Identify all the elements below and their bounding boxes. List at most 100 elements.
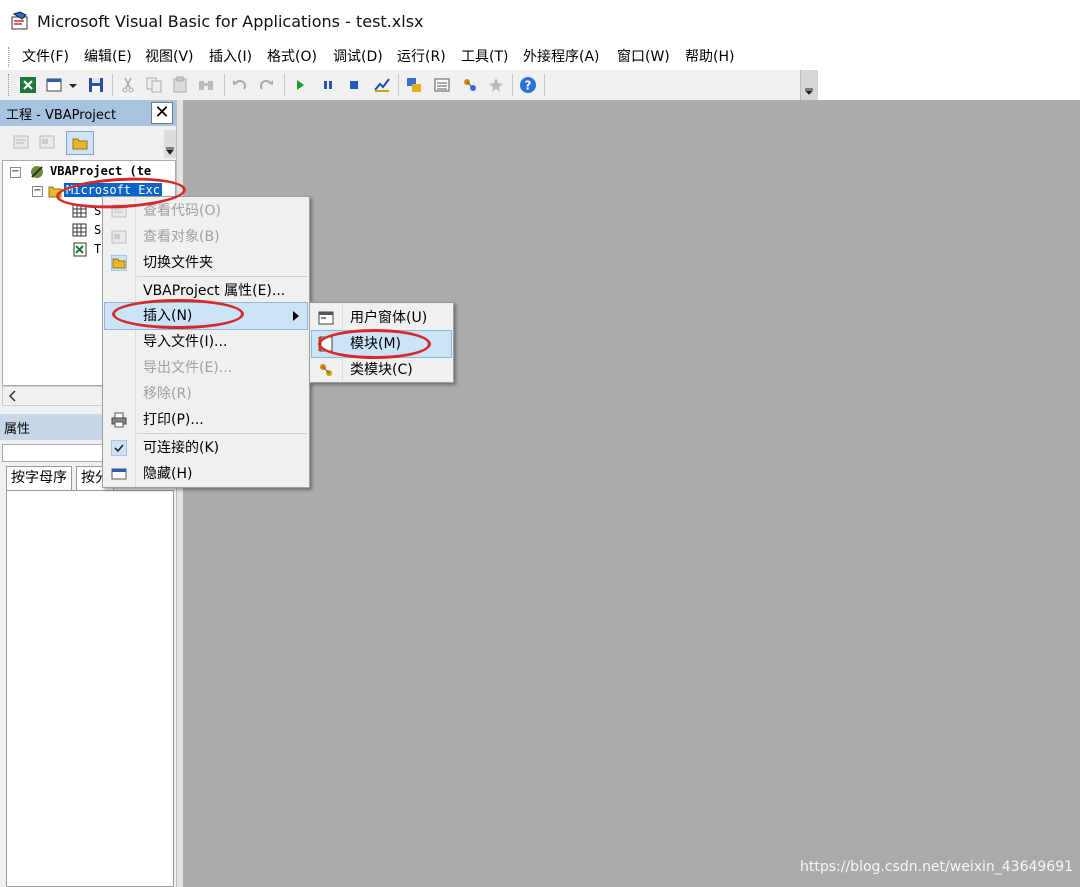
hide-icon xyxy=(111,468,127,480)
tree-folder-label[interactable]: Microsoft Exc xyxy=(64,183,162,197)
run-icon[interactable] xyxy=(290,75,310,95)
menu-item-userform[interactable]: 用户窗体(U) xyxy=(312,305,451,331)
toolbar-separator xyxy=(284,74,285,96)
break-icon[interactable] xyxy=(318,75,338,95)
menu-help[interactable]: 帮助(H) xyxy=(681,46,738,68)
menu-item-label: 导入文件(I)... xyxy=(143,334,228,350)
view-object-icon[interactable] xyxy=(37,133,57,151)
menu-item-label: 可连接的(K) xyxy=(143,440,220,456)
tree-collapse-folder[interactable]: − xyxy=(32,186,43,197)
properties-window-icon[interactable] xyxy=(432,75,452,95)
paste-icon[interactable] xyxy=(170,75,190,95)
tree-item-sheet1[interactable]: S xyxy=(94,204,101,218)
toolbar-separator xyxy=(224,74,225,96)
watermark-text: https://blog.csdn.net/weixin_43649691 xyxy=(800,859,1074,875)
menu-view[interactable]: 视图(V) xyxy=(141,46,198,68)
checkmark-icon xyxy=(111,440,127,456)
menu-item-label: 隐藏(H) xyxy=(143,466,193,482)
toolbar-separator xyxy=(112,74,113,96)
undo-icon[interactable] xyxy=(230,75,250,95)
menu-addins[interactable]: 外接程序(A) xyxy=(519,46,604,68)
menu-format[interactable]: 格式(O) xyxy=(263,46,321,68)
menu-separator xyxy=(137,276,307,277)
copy-icon[interactable] xyxy=(144,75,164,95)
find-icon[interactable] xyxy=(196,75,216,95)
toolbox-icon[interactable] xyxy=(486,75,506,95)
sheet-icon xyxy=(72,204,87,218)
menu-separator xyxy=(137,433,307,434)
menu-file[interactable]: 文件(F) xyxy=(18,46,73,68)
menu-item-view-object[interactable]: 查看对象(B) xyxy=(105,224,307,250)
view-object-icon xyxy=(111,230,127,244)
project-panel-title: 工程 - VBAProject xyxy=(6,108,117,123)
vba-app-icon[interactable] xyxy=(10,11,30,31)
scroll-left-icon[interactable] xyxy=(8,390,18,402)
menu-item-insert[interactable]: 插入(N) xyxy=(104,302,308,330)
toggle-folders-button[interactable] xyxy=(66,131,94,155)
toolbar-grip[interactable] xyxy=(8,74,12,96)
menu-tools[interactable]: 工具(T) xyxy=(457,46,512,68)
menu-item-label: 用户窗体(U) xyxy=(350,310,428,326)
menu-item-label: 打印(P)... xyxy=(143,412,204,428)
menu-item-module[interactable]: 模块(M) xyxy=(311,330,452,358)
menu-item-project-properties[interactable]: VBAProject 属性(E)... xyxy=(105,278,307,304)
properties-grid[interactable] xyxy=(6,490,174,887)
menu-item-label: 移除(R) xyxy=(143,386,192,402)
chevron-down-icon xyxy=(166,147,174,155)
menu-item-hide[interactable]: 隐藏(H) xyxy=(105,461,307,487)
vba-project-icon xyxy=(31,166,43,178)
menu-item-export-file[interactable]: 导出文件(E)... xyxy=(105,355,307,381)
save-icon[interactable] xyxy=(86,75,106,95)
folder-icon xyxy=(72,138,88,150)
menu-run[interactable]: 运行(R) xyxy=(393,46,450,68)
menu-item-label: 类模块(C) xyxy=(350,362,413,378)
project-context-menu: 查看代码(O) 查看对象(B) 切换文件夹 VBAProject 属性(E)..… xyxy=(102,196,310,488)
project-explorer-icon[interactable] xyxy=(404,75,424,95)
project-panel-close-button[interactable]: ✕ xyxy=(151,102,173,124)
menu-item-class-module[interactable]: 类模块(C) xyxy=(312,357,451,383)
code-workspace[interactable] xyxy=(183,100,1080,887)
menu-item-print[interactable]: 打印(P)... xyxy=(105,407,307,433)
module-icon xyxy=(318,336,333,352)
tree-collapse-root[interactable]: − xyxy=(10,167,21,178)
menu-insert[interactable]: 插入(I) xyxy=(205,46,256,68)
sheet-icon xyxy=(72,223,87,237)
help-icon[interactable]: ? xyxy=(518,75,538,95)
menu-grip[interactable] xyxy=(8,47,12,67)
insert-userform-icon[interactable] xyxy=(44,75,64,95)
tree-item-thisworkbook[interactable]: T xyxy=(94,242,101,256)
dropdown-arrow-icon[interactable] xyxy=(66,75,80,95)
folder-icon xyxy=(48,186,62,198)
menu-item-view-code[interactable]: 查看代码(O) xyxy=(105,198,307,224)
object-browser-icon[interactable] xyxy=(460,75,480,95)
menu-item-label: VBAProject 属性(E)... xyxy=(143,283,286,299)
menu-edit[interactable]: 编辑(E) xyxy=(80,46,136,68)
userform-icon xyxy=(318,311,334,325)
menu-item-dockable[interactable]: 可连接的(K) xyxy=(105,435,307,461)
properties-panel-title: 属性 xyxy=(4,422,31,437)
design-mode-icon[interactable] xyxy=(372,75,392,95)
window-title: Microsoft Visual Basic for Applications … xyxy=(37,12,424,31)
menu-item-label: 查看对象(B) xyxy=(143,229,220,245)
menu-item-import-file[interactable]: 导入文件(I)... xyxy=(105,329,307,355)
insert-submenu: 用户窗体(U) 模块(M) 类模块(C) xyxy=(309,302,454,383)
menu-window[interactable]: 窗口(W) xyxy=(613,46,674,68)
menu-item-label: 导出文件(E)... xyxy=(143,360,233,376)
toolbar-overflow-arrow-icon xyxy=(804,88,814,95)
tree-root-label[interactable]: VBAProject (te xyxy=(50,164,151,178)
cut-icon[interactable] xyxy=(118,75,138,95)
folder-icon xyxy=(111,255,127,271)
tab-alphabetic[interactable]: 按字母序 xyxy=(6,466,72,490)
excel-icon[interactable] xyxy=(18,75,38,95)
view-code-icon[interactable] xyxy=(11,133,31,151)
workbook-icon xyxy=(73,242,87,257)
tree-item-sheet2[interactable]: S xyxy=(94,223,101,237)
class-module-icon xyxy=(320,364,332,376)
menu-debug[interactable]: 调试(D) xyxy=(329,46,387,68)
menu-item-toggle-folders[interactable]: 切换文件夹 xyxy=(105,250,307,276)
redo-icon[interactable] xyxy=(256,75,276,95)
reset-icon[interactable] xyxy=(344,75,364,95)
svg-text:?: ? xyxy=(525,79,532,93)
menu-item-remove[interactable]: 移除(R) xyxy=(105,381,307,407)
toolbar-separator xyxy=(544,74,545,96)
